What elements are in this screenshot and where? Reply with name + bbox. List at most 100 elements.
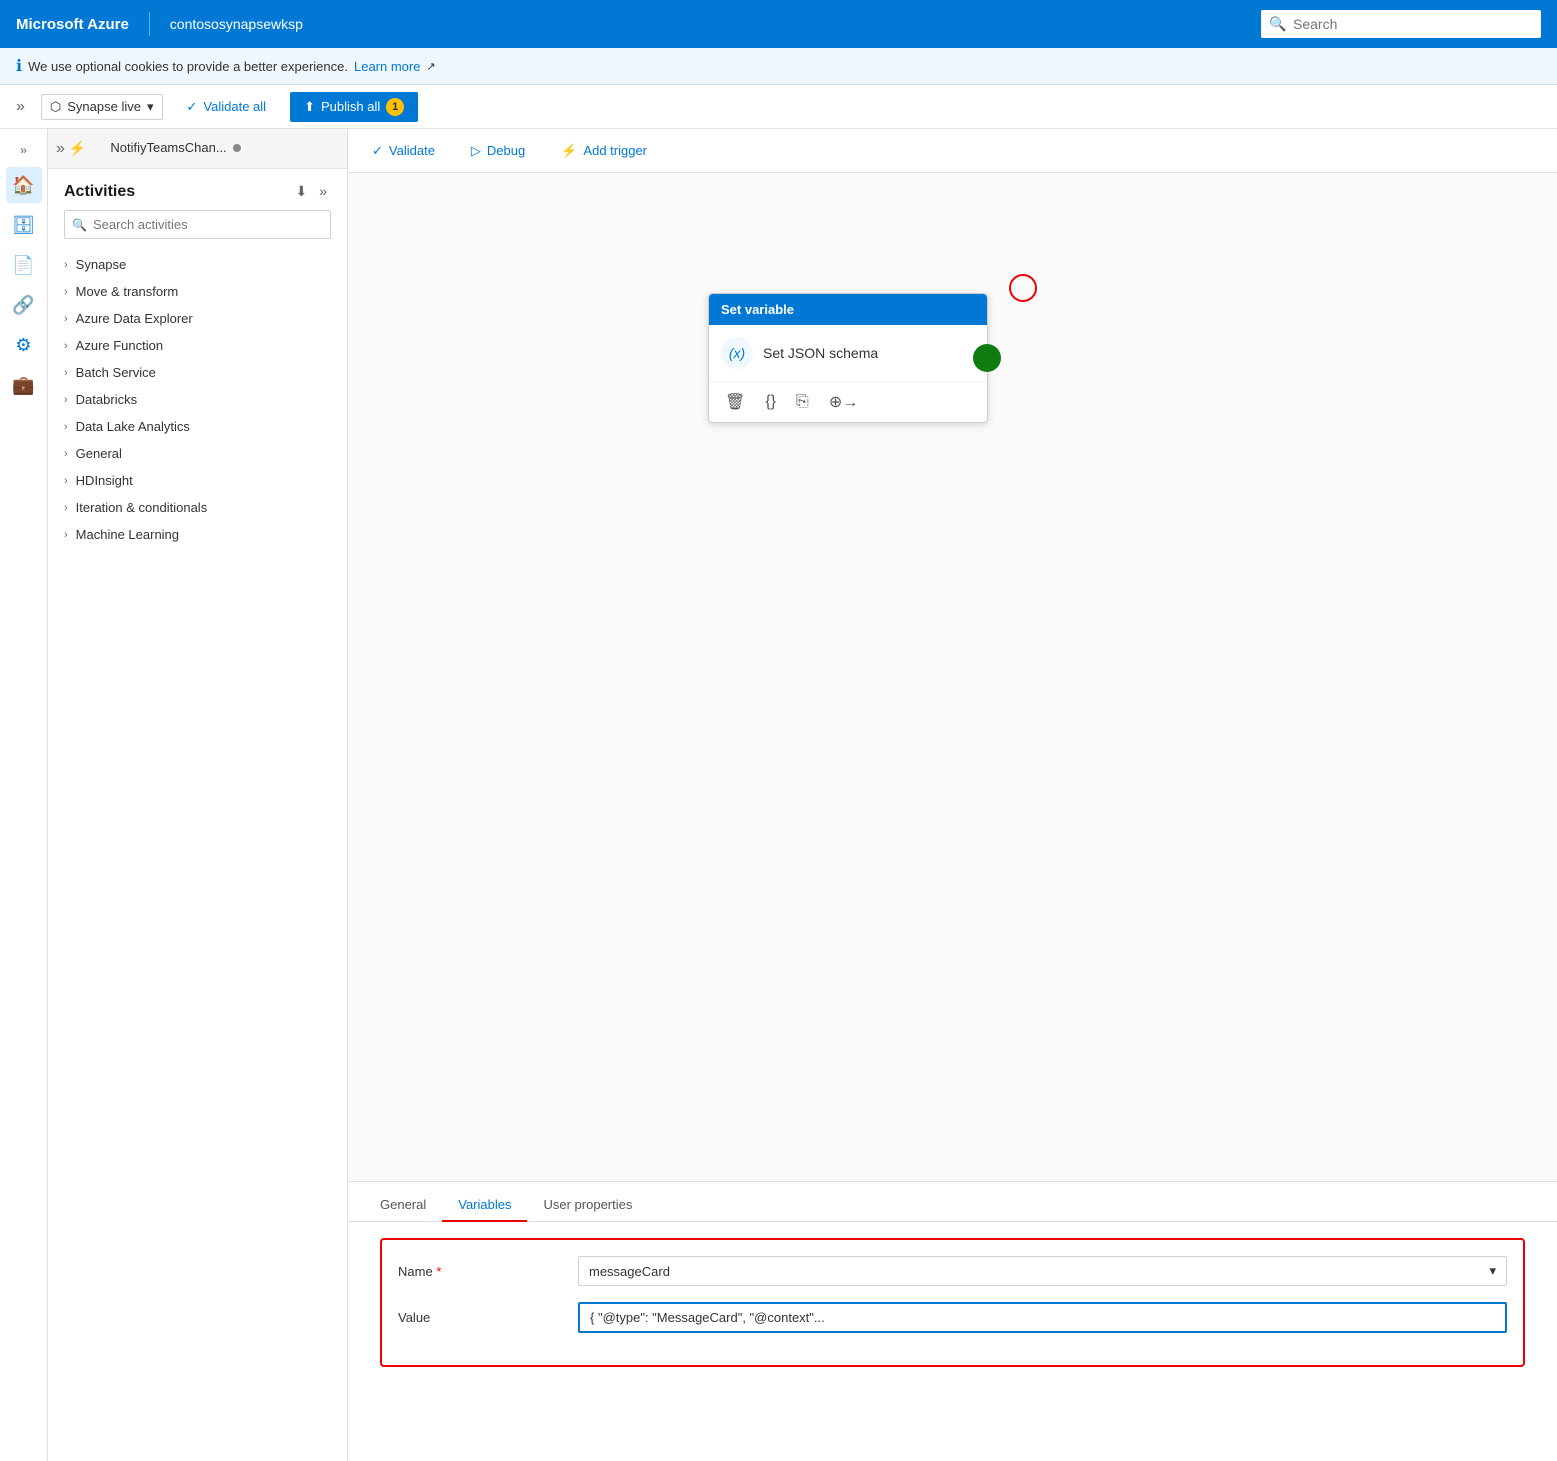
activity-group-machine-learning[interactable]: › Machine Learning xyxy=(48,521,347,548)
card-success-connector[interactable] xyxy=(973,344,1001,372)
activity-group-data-explorer[interactable]: › Azure Data Explorer xyxy=(48,305,347,332)
info-icon: ℹ xyxy=(16,56,22,76)
cookie-bar: ℹ We use optional cookies to provide a b… xyxy=(0,48,1557,85)
search-icon: 🔍 xyxy=(1269,16,1286,33)
activity-group-general[interactable]: › General xyxy=(48,440,347,467)
bottom-panel-content: Name * messageCard ▾ Value { "@type": "M… xyxy=(348,1222,1557,1461)
chevron-down-icon: ▾ xyxy=(147,99,154,115)
activity-group-synapse[interactable]: › Synapse xyxy=(48,251,347,278)
search-input[interactable] xyxy=(1261,10,1541,38)
activity-group-azure-function[interactable]: › Azure Function xyxy=(48,332,347,359)
expand-icon[interactable]: » xyxy=(315,181,331,202)
tab-variables[interactable]: Variables xyxy=(442,1189,527,1222)
value-label: Value xyxy=(398,1310,578,1325)
tab-general[interactable]: General xyxy=(364,1189,442,1222)
main-layout: » 🏠 🗄 📄 🔗 ⚙ 💼 » ⚡ NotifiyTeamsChan... Ac… xyxy=(0,129,1557,1461)
activity-groups-list: › Synapse › Move & transform › Azure Dat… xyxy=(48,251,347,548)
activity-group-iteration[interactable]: › Iteration & conditionals xyxy=(48,494,347,521)
pipeline-tab-bar: » ⚡ NotifiyTeamsChan... xyxy=(48,129,347,169)
validate-all-button[interactable]: ✓ Validate all xyxy=(179,95,275,119)
validate-label: Validate xyxy=(389,143,435,158)
activity-group-data-lake[interactable]: › Data Lake Analytics xyxy=(48,413,347,440)
publish-all-button[interactable]: ⬆ Publish all 1 xyxy=(290,92,418,122)
learn-more-link[interactable]: Learn more xyxy=(354,59,420,74)
publish-all-label: Publish all xyxy=(321,99,380,114)
name-label: Name * xyxy=(398,1264,578,1279)
pipeline-bar: » ⬡ Synapse live ▾ ✓ Validate all ⬆ Publ… xyxy=(0,85,1557,129)
activity-group-batch-service[interactable]: › Batch Service xyxy=(48,359,347,386)
group-label: Move & transform xyxy=(76,284,179,299)
search-activities-icon: 🔍 xyxy=(72,218,87,232)
sidebar-item-integrate[interactable]: 🔗 xyxy=(6,287,42,323)
activity-group-hdinsight[interactable]: › HDInsight xyxy=(48,467,347,494)
connect-action-button[interactable]: ⊕→ xyxy=(825,390,862,414)
top-bar: Microsoft Azure contososynapsewksp 🔍 xyxy=(0,0,1557,48)
group-label: Iteration & conditionals xyxy=(76,500,208,515)
publish-count-badge: 1 xyxy=(386,98,404,116)
chevron-right-icon: › xyxy=(64,286,68,298)
set-variable-card[interactable]: Set variable (x) Set JSON schema 🗑 {} ⎘ … xyxy=(708,293,988,423)
pipeline-tab[interactable]: NotifiyTeamsChan... xyxy=(94,132,256,165)
add-trigger-label: Add trigger xyxy=(583,143,647,158)
add-trigger-button[interactable]: ⚡ Add trigger xyxy=(553,139,655,163)
trigger-icon: ⚡ xyxy=(561,143,577,159)
pipeline-canvas[interactable]: Set variable (x) Set JSON schema 🗑 {} ⎘ … xyxy=(348,173,1557,1181)
value-input[interactable]: { "@type": "MessageCard", "@context"... xyxy=(578,1302,1507,1333)
bottom-tabs: General Variables User properties xyxy=(348,1182,1557,1222)
external-link-icon: ↗ xyxy=(426,60,435,73)
group-label: Data Lake Analytics xyxy=(76,419,190,434)
search-activities-input[interactable] xyxy=(64,210,331,239)
workspace-name: contososynapsewksp xyxy=(170,16,303,32)
collapse-icon[interactable]: ⬇ xyxy=(291,181,311,202)
sidebar-item-home[interactable]: 🏠 xyxy=(6,167,42,203)
debug-button[interactable]: ▷ Debug xyxy=(463,139,533,163)
canvas-area: ✓ Validate ▷ Debug ⚡ Add trigger Set var… xyxy=(348,129,1557,1461)
value-form-row: Value { "@type": "MessageCard", "@contex… xyxy=(398,1302,1507,1333)
sidebar-item-develop[interactable]: 📄 xyxy=(6,247,42,283)
validate-button[interactable]: ✓ Validate xyxy=(364,139,443,163)
synapse-live-label: Synapse live xyxy=(67,99,141,114)
tab-bar-chevron[interactable]: » xyxy=(56,140,65,158)
canvas-toolbar: ✓ Validate ▷ Debug ⚡ Add trigger xyxy=(348,129,1557,173)
activity-group-move-transform[interactable]: › Move & transform xyxy=(48,278,347,305)
chevron-right-icon: › xyxy=(64,529,68,541)
synapse-icon: ⬡ xyxy=(50,99,61,115)
tab-label: NotifiyTeamsChan... xyxy=(110,140,226,155)
copy-action-button[interactable]: ⎘ xyxy=(792,391,813,413)
bottom-panel: General Variables User properties Name *… xyxy=(348,1181,1557,1461)
sidebar-item-monitor[interactable]: ⚙ xyxy=(6,327,42,363)
top-bar-divider xyxy=(149,12,150,36)
sidebar-expand-chevron[interactable]: » xyxy=(0,137,47,163)
name-form-row: Name * messageCard ▾ xyxy=(398,1256,1507,1286)
group-label: HDInsight xyxy=(76,473,133,488)
activity-group-databricks[interactable]: › Databricks xyxy=(48,386,347,413)
group-label: General xyxy=(76,446,122,461)
tab-user-properties[interactable]: User properties xyxy=(527,1189,648,1222)
cookie-text: We use optional cookies to provide a bet… xyxy=(28,59,348,74)
sidebar-item-manage[interactable]: 💼 xyxy=(6,367,42,403)
group-label: Batch Service xyxy=(76,365,156,380)
delete-action-button[interactable]: 🗑 xyxy=(721,390,749,414)
activities-title: Activities xyxy=(64,183,135,201)
activities-controls: ⬇ » xyxy=(291,181,331,202)
sidebar-item-data[interactable]: 🗄 xyxy=(6,207,42,243)
chevron-right-icon: › xyxy=(64,340,68,352)
chevron-right-icon: › xyxy=(64,448,68,460)
group-label: Databricks xyxy=(76,392,137,407)
brand-name: Microsoft Azure xyxy=(16,16,129,33)
name-select-value: messageCard xyxy=(589,1264,670,1279)
json-action-button[interactable]: {} xyxy=(761,391,780,413)
chevron-right-icon: › xyxy=(64,367,68,379)
chevron-right-icon: › xyxy=(64,313,68,325)
red-circle-indicator xyxy=(1009,274,1037,302)
collapse-chevron[interactable]: » xyxy=(16,98,25,116)
variable-icon: (x) xyxy=(721,337,753,369)
publish-icon: ⬆ xyxy=(304,99,315,115)
group-label: Synapse xyxy=(76,257,127,272)
chevron-right-icon: › xyxy=(64,259,68,271)
name-select[interactable]: messageCard ▾ xyxy=(578,1256,1507,1286)
icon-sidebar: » 🏠 🗄 📄 🔗 ⚙ 💼 xyxy=(0,129,48,1461)
synapse-live-button[interactable]: ⬡ Synapse live ▾ xyxy=(41,94,163,120)
validate-all-label: Validate all xyxy=(203,99,266,114)
variables-form-container: Name * messageCard ▾ Value { "@type": "M… xyxy=(380,1238,1525,1367)
